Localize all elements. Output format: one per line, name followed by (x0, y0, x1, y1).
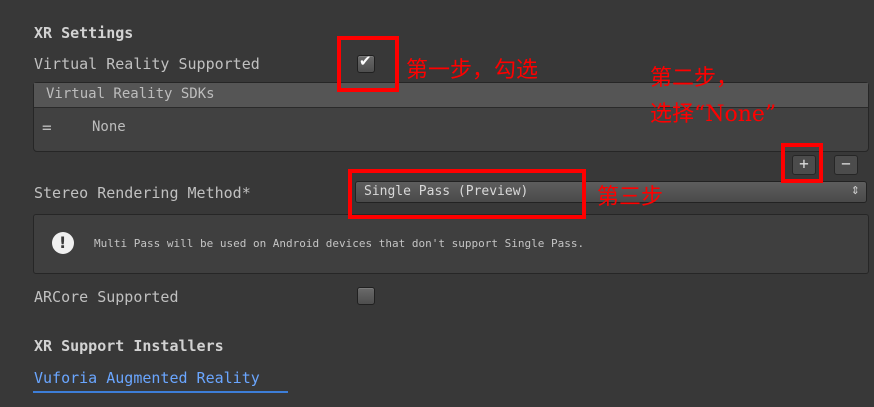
xr-settings-title: XR Settings (34, 24, 134, 42)
step2-annotation-line2: 选择“None” (650, 102, 777, 127)
remove-sdk-button[interactable]: − (834, 155, 858, 175)
step2-highlight-box (781, 143, 823, 183)
step1-highlight-box (337, 36, 399, 92)
help-box: ! Multi Pass will be used on Android dev… (33, 214, 869, 274)
virtual-reality-supported-label: Virtual Reality Supported (34, 55, 260, 73)
xr-settings-panel: XR Settings Virtual Reality Supported ✔ … (0, 0, 874, 407)
dropdown-arrow-icon: ⇕ (850, 184, 860, 197)
vr-sdk-header-label: Virtual Reality SDKs (46, 86, 215, 102)
step2-annotation-line1: 第二步， (650, 66, 739, 91)
arcore-supported-checkbox[interactable] (357, 287, 375, 305)
arcore-supported-label: ARCore Supported (34, 288, 179, 306)
xr-support-installers-title: XR Support Installers (34, 337, 224, 355)
drag-handle-icon[interactable]: = (42, 118, 52, 137)
step3-highlight-box (348, 169, 586, 219)
info-icon: ! (52, 232, 74, 254)
stereo-rendering-label: Stereo Rendering Method* (34, 184, 251, 202)
link-underline (33, 391, 288, 393)
help-text: Multi Pass will be used on Android devic… (94, 237, 585, 250)
step1-annotation: 第一步，勾选 (406, 58, 539, 83)
vuforia-link[interactable]: Vuforia Augmented Reality (34, 369, 260, 387)
sdk-item-name: None (92, 119, 126, 135)
step3-annotation: 第三步 (597, 185, 664, 210)
